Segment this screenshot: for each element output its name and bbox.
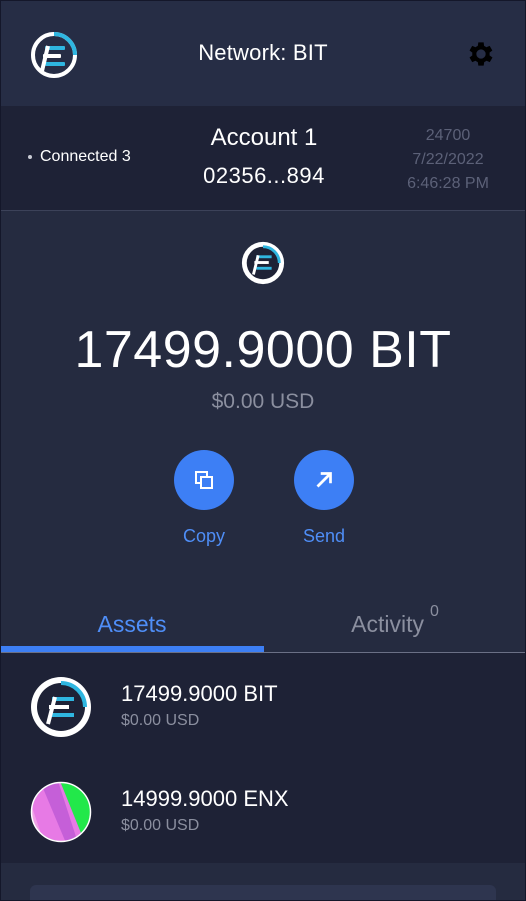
tab-assets[interactable]: Assets	[0, 596, 264, 652]
app-header: Network: BIT	[0, 0, 526, 106]
list-item[interactable]: 17499.9000 BIT $0.00 USD	[0, 653, 526, 758]
connected-status[interactable]: Connected 3	[28, 148, 131, 166]
activity-count-badge: 0	[429, 603, 439, 620]
block-time: 6:46:28 PM	[407, 175, 489, 192]
list-item[interactable]: 14999.9000 ENX $0.00 USD	[0, 758, 526, 863]
tab-activity[interactable]: Activity 0	[264, 596, 526, 652]
tab-assets-label: Assets	[97, 610, 167, 637]
connected-label: Connected 3	[40, 148, 131, 165]
asset-list: 17499.9000 BIT $0.00 USD 14999.9000 ENX …	[0, 653, 526, 863]
tab-bar: Assets Activity 0	[0, 596, 526, 653]
bit-logo-icon	[31, 32, 77, 78]
network-title[interactable]: Network: BIT	[198, 40, 328, 66]
copy-button[interactable]	[174, 450, 234, 510]
active-tab-indicator	[0, 646, 264, 652]
send-button[interactable]	[294, 450, 354, 510]
asset-amount: 14999.9000 ENX	[121, 786, 289, 811]
total-balance-usd: $0.00 USD	[211, 390, 315, 413]
bit-coin-icon	[241, 241, 285, 285]
asset-amount: 17499.9000 BIT	[121, 681, 278, 706]
asset-usd: $0.00 USD	[121, 817, 200, 834]
total-balance: 17499.9000 BIT	[74, 321, 452, 379]
gear-icon[interactable]	[465, 38, 497, 70]
account-address[interactable]: 02356...894	[180, 163, 348, 189]
send-label[interactable]: Send	[279, 526, 369, 547]
tab-activity-label: Activity	[351, 610, 424, 637]
enx-token-icon	[30, 781, 92, 843]
status-dot	[28, 155, 32, 159]
block-info: 24700 7/22/2022 6:46:28 PM	[396, 124, 500, 196]
copy-icon	[195, 471, 213, 489]
bit-token-icon	[31, 677, 91, 737]
block-date: 7/22/2022	[412, 151, 484, 168]
asset-usd: $0.00 USD	[121, 712, 200, 729]
copy-label[interactable]: Copy	[159, 526, 249, 547]
account-name[interactable]: Account 1	[180, 124, 348, 152]
arrow-up-right-icon	[316, 472, 332, 488]
bottom-card	[30, 885, 496, 901]
block-height: 24700	[425, 127, 471, 144]
